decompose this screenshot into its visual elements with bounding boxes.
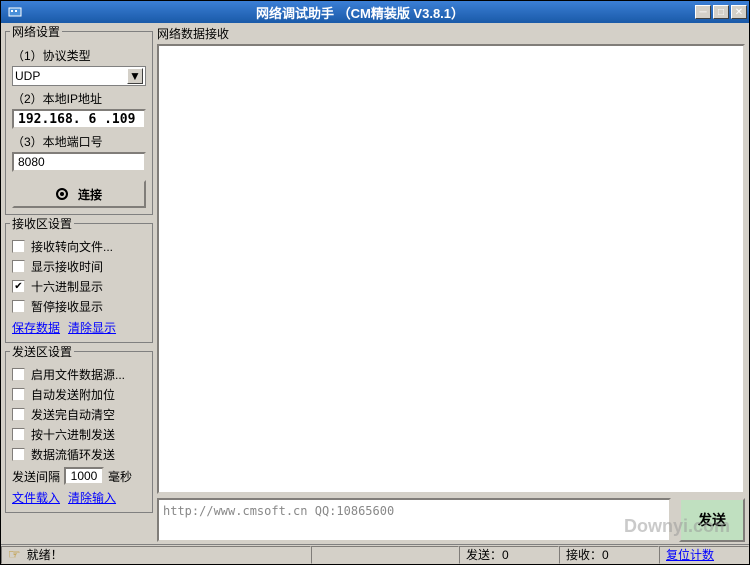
connect-label: 连接 (78, 186, 102, 203)
status-send-count: 发送：0 (459, 546, 559, 564)
connect-button[interactable]: 连接 (12, 180, 146, 208)
interval-label: 发送间隔 (12, 468, 60, 485)
reset-counter-link[interactable]: 复位计数 (659, 546, 749, 564)
send-textarea[interactable]: http://www.cmsoft.cn QQ:10865600 (157, 498, 671, 542)
checkbox-checked-icon[interactable]: ✔ (12, 280, 25, 293)
protocol-label: （1）协议类型 (12, 47, 146, 64)
window-title: 网络调试助手 （CM精装版 V3.8.1） (27, 3, 693, 22)
main-window: 网络调试助手 （CM精装版 V3.8.1） ─ □ ✕ 网络设置 （1）协议类型… (0, 0, 750, 565)
app-icon (7, 4, 23, 20)
recv-area-label: 网络数据接收 (157, 25, 745, 42)
clear-display-link[interactable]: 清除显示 (68, 319, 116, 336)
maximize-button[interactable]: □ (713, 5, 729, 19)
protocol-value: UDP (15, 69, 40, 83)
interval-unit: 毫秒 (108, 468, 132, 485)
save-data-link[interactable]: 保存数据 (12, 319, 60, 336)
send-button[interactable]: 发送 (679, 498, 745, 542)
recv-settings-group: 接收区设置 接收转向文件... 显示接收时间 ✔ 十六进制显示 暂停接收显示 (5, 223, 153, 343)
send-opt-loop[interactable]: 数据流循环发送 (12, 446, 146, 463)
ready-icon: ☞ (8, 546, 21, 563)
group-title: 发送区设置 (10, 343, 74, 360)
port-input[interactable] (12, 152, 146, 172)
group-title: 网络设置 (10, 23, 62, 40)
file-load-link[interactable]: 文件载入 (12, 489, 60, 506)
recv-opt-hex[interactable]: ✔ 十六进制显示 (12, 278, 146, 295)
checkbox-icon[interactable] (12, 388, 25, 401)
recv-opt-file[interactable]: 接收转向文件... (12, 238, 146, 255)
checkbox-icon[interactable] (12, 260, 25, 273)
send-opt-hex[interactable]: 按十六进制发送 (12, 426, 146, 443)
left-panel: 网络设置 （1）协议类型 UDP ▼ （2）本地IP地址 （3）本地端口号 连接… (5, 25, 153, 542)
ip-input[interactable] (12, 109, 146, 129)
statusbar: ☞ 就绪！ 发送：0 接收：0 复位计数 (1, 544, 749, 564)
send-row: http://www.cmsoft.cn QQ:10865600 发送 (157, 498, 745, 542)
checkbox-icon[interactable] (12, 300, 25, 313)
titlebar[interactable]: 网络调试助手 （CM精装版 V3.8.1） ─ □ ✕ (1, 1, 749, 23)
send-interval-row: 发送间隔 毫秒 (12, 467, 146, 485)
connect-status-icon (56, 188, 68, 200)
checkbox-icon[interactable] (12, 368, 25, 381)
content-area: 网络设置 （1）协议类型 UDP ▼ （2）本地IP地址 （3）本地端口号 连接… (1, 23, 749, 544)
status-ready: ☞ 就绪！ (1, 546, 311, 564)
status-recv-count: 接收：0 (559, 546, 659, 564)
recv-opt-time[interactable]: 显示接收时间 (12, 258, 146, 275)
right-panel: 网络数据接收 http://www.cmsoft.cn QQ:10865600 … (157, 25, 745, 542)
recv-textarea[interactable] (157, 44, 745, 494)
group-title: 接收区设置 (10, 215, 74, 232)
send-opt-auto-extra[interactable]: 自动发送附加位 (12, 386, 146, 403)
checkbox-icon[interactable] (12, 428, 25, 441)
send-opt-file-src[interactable]: 启用文件数据源... (12, 366, 146, 383)
minimize-button[interactable]: ─ (695, 5, 711, 19)
send-opt-auto-clear[interactable]: 发送完自动清空 (12, 406, 146, 423)
network-settings-group: 网络设置 （1）协议类型 UDP ▼ （2）本地IP地址 （3）本地端口号 连接 (5, 31, 153, 215)
checkbox-icon[interactable] (12, 240, 25, 253)
checkbox-icon[interactable] (12, 408, 25, 421)
clear-input-link[interactable]: 清除输入 (68, 489, 116, 506)
recv-opt-pause[interactable]: 暂停接收显示 (12, 298, 146, 315)
send-settings-group: 发送区设置 启用文件数据源... 自动发送附加位 发送完自动清空 按十六进制发送 (5, 351, 153, 513)
protocol-select[interactable]: UDP ▼ (12, 66, 146, 86)
interval-input[interactable] (64, 467, 104, 485)
close-button[interactable]: ✕ (731, 5, 747, 19)
ip-label: （2）本地IP地址 (12, 90, 146, 107)
dropdown-arrow-icon[interactable]: ▼ (127, 68, 143, 84)
status-empty (311, 546, 459, 564)
checkbox-icon[interactable] (12, 448, 25, 461)
port-label: （3）本地端口号 (12, 133, 146, 150)
window-buttons: ─ □ ✕ (693, 5, 747, 19)
